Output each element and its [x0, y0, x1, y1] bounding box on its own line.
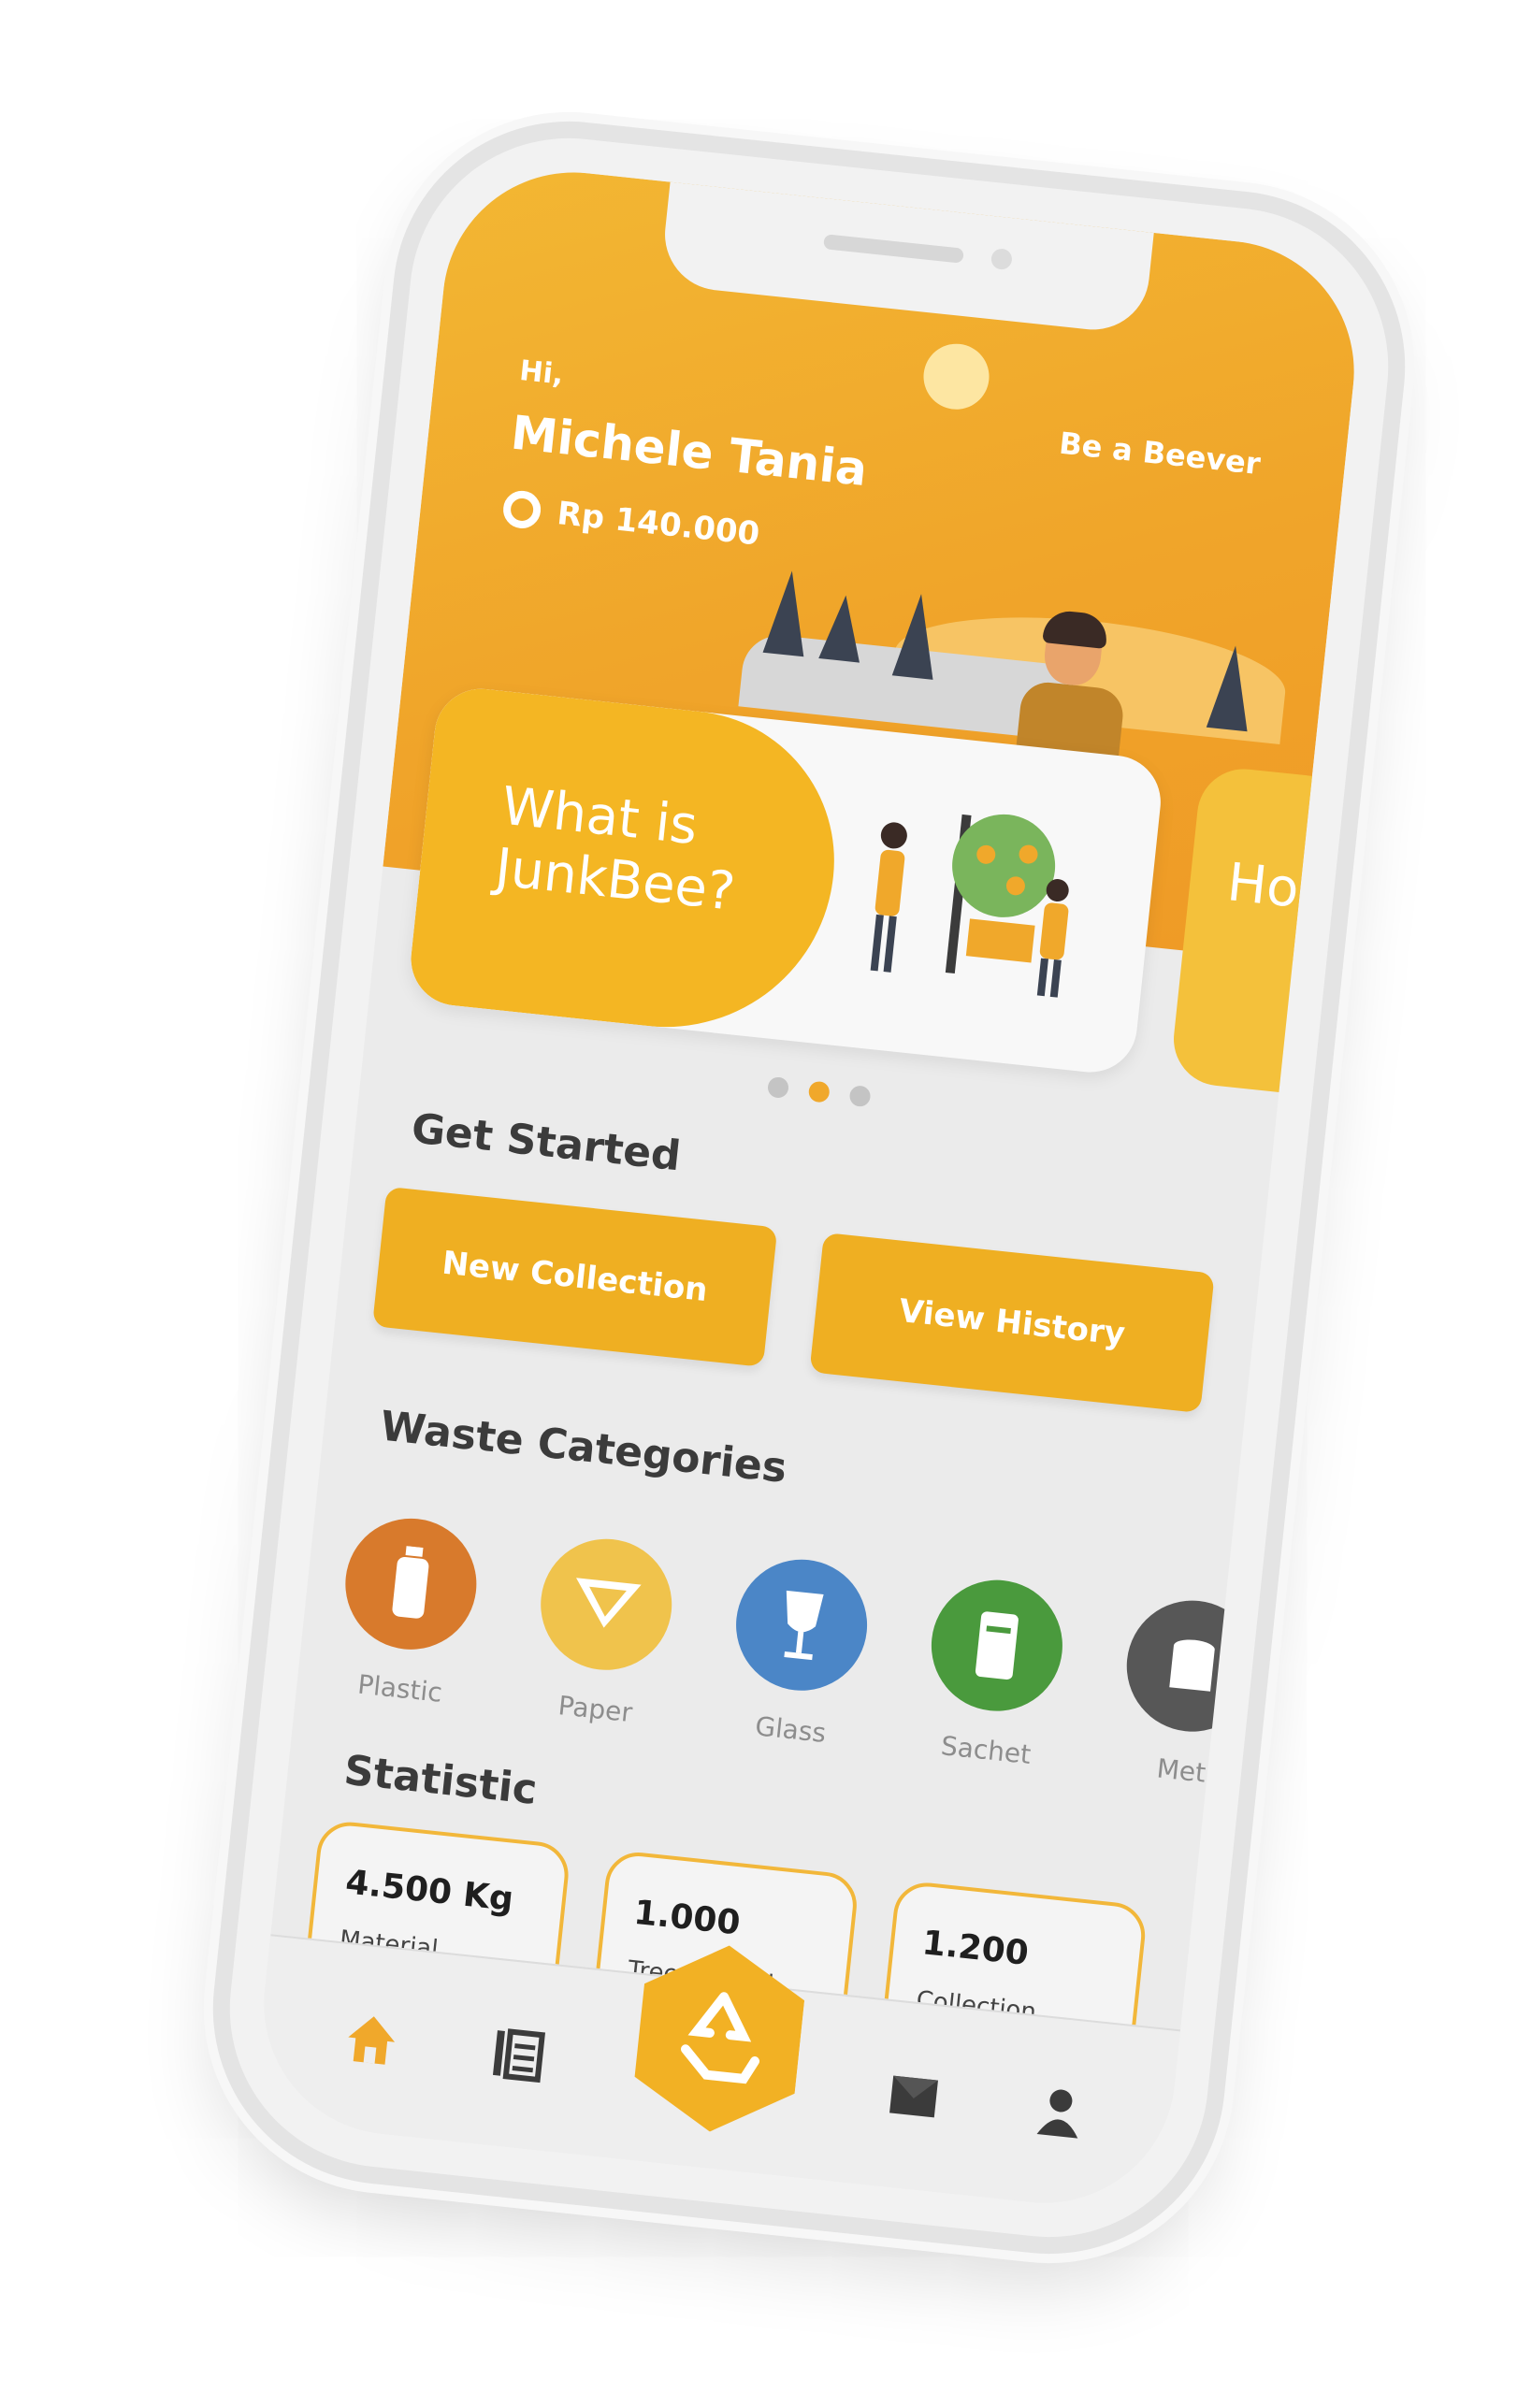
stat-value: 1.200: [920, 1924, 1031, 1973]
sachet-icon: [924, 1573, 1069, 1718]
category-plastic[interactable]: Plastic: [333, 1511, 484, 1711]
category-sachet[interactable]: Sachet: [919, 1573, 1069, 1773]
category-paper[interactable]: Paper: [528, 1532, 679, 1732]
new-collection-button[interactable]: New Collection: [371, 1186, 778, 1367]
card-title-next: Ho Ju: [1224, 852, 1367, 928]
waste-categories-title: Waste Categories: [378, 1402, 789, 1492]
category-label: Plastic: [355, 1668, 444, 1709]
statistic-title: Statistic: [341, 1746, 540, 1814]
carousel-dot-active[interactable]: [807, 1080, 831, 1103]
view-history-button[interactable]: View History: [809, 1232, 1215, 1414]
tree-planting-illustration: [870, 814, 1069, 998]
recycle-icon: [663, 1983, 776, 2096]
tree-illustration: [891, 591, 942, 680]
tree-illustration: [762, 569, 813, 657]
glass-icon: [730, 1552, 874, 1697]
camera-icon: [990, 247, 1014, 271]
category-label: Sachet: [939, 1730, 1033, 1771]
category-glass[interactable]: Glass: [724, 1552, 874, 1752]
carousel-dot[interactable]: [766, 1075, 790, 1100]
app-screen: Hi, Michele Tania Rp 140.000 Be a Beever: [251, 159, 1367, 2216]
speaker-icon: [823, 234, 964, 264]
person-hair: [1042, 609, 1109, 649]
bottle-icon: [339, 1511, 484, 1656]
stat-value: 1.000: [631, 1893, 743, 1943]
paper-icon: [534, 1532, 679, 1677]
inbox-icon[interactable]: [867, 2051, 960, 2143]
tree-illustration: [1206, 643, 1256, 732]
balance: Rp 140.000: [501, 488, 762, 554]
coin-icon: [501, 488, 543, 530]
user-name: Michele Tania: [508, 405, 870, 497]
list-icon[interactable]: [471, 2009, 564, 2101]
tree-illustration: [818, 593, 867, 663]
balance-value: Rp 140.000: [555, 495, 762, 554]
stat-value: 4.500 Kg: [343, 1863, 515, 1920]
category-label: Paper: [556, 1690, 634, 1729]
sun-illustration: [920, 340, 992, 413]
greeting: Hi,: [517, 353, 565, 392]
carousel-dot[interactable]: [848, 1085, 872, 1108]
profile-icon[interactable]: [1014, 2066, 1106, 2158]
phone-mockup: Hi, Michele Tania Rp 140.000 Be a Beever: [213, 123, 1405, 2253]
get-started-title: Get Started: [409, 1104, 684, 1181]
waste-categories-list: Plastic Paper Glass Sachet Met: [333, 1511, 1265, 1794]
category-metal[interactable]: Met: [1115, 1593, 1265, 1794]
carousel-card-next[interactable]: Ho Ju: [1169, 764, 1367, 1110]
category-label: Glass: [753, 1710, 828, 1749]
category-label: Met: [1155, 1752, 1207, 1789]
metal-icon: [1120, 1593, 1265, 1738]
be-a-beever-link[interactable]: Be a Beever: [1058, 425, 1263, 482]
home-icon[interactable]: [325, 1994, 418, 2086]
